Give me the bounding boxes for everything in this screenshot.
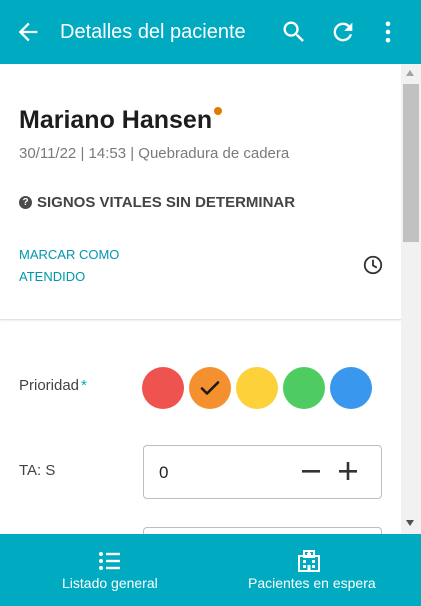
scroll-up-icon[interactable] xyxy=(406,70,414,76)
scrollbar[interactable] xyxy=(401,64,421,534)
hospital-icon xyxy=(298,550,320,572)
priority-red[interactable] xyxy=(142,367,184,409)
clock-icon[interactable] xyxy=(362,254,384,276)
nav-label-espera: Pacientes en espera xyxy=(248,575,376,591)
priority-yellow[interactable] xyxy=(236,367,278,409)
nav-label-listado: Listado general xyxy=(62,575,158,591)
ta-s-value[interactable]: 0 xyxy=(159,463,168,483)
patient-header-card: Mariano Hansen 30/11/22 | 14:53 | Quebra… xyxy=(0,64,401,320)
vitals-status-text: SIGNOS VITALES SIN DETERMINAR xyxy=(37,194,296,211)
priority-label: Prioridad * xyxy=(19,377,87,394)
more-vert-icon[interactable] xyxy=(374,18,402,46)
status-dot xyxy=(214,107,222,115)
page-title: Detalles del paciente xyxy=(60,21,246,43)
priority-orange[interactable] xyxy=(189,367,231,409)
list-icon xyxy=(99,552,120,570)
vitals-status: ? SIGNOS VITALES SIN DETERMINAR xyxy=(19,194,295,211)
next-field[interactable] xyxy=(143,527,382,534)
priority-selector xyxy=(142,367,377,409)
bottom-nav: Listado general Pacientes en espera xyxy=(0,534,421,606)
scroll-down-icon[interactable] xyxy=(406,520,414,526)
check-icon xyxy=(200,381,220,395)
priority-label-text: Prioridad xyxy=(19,377,80,394)
patient-name: Mariano Hansen xyxy=(19,106,213,134)
priority-green[interactable] xyxy=(283,367,325,409)
help-icon: ? xyxy=(19,196,32,209)
patient-meta: 30/11/22 | 14:53 | Quebradura de cadera xyxy=(19,145,290,162)
details-content: Mariano Hansen 30/11/22 | 14:53 | Quebra… xyxy=(0,64,401,534)
required-mark: * xyxy=(81,377,87,394)
arrow-left-icon[interactable] xyxy=(14,18,42,46)
priority-blue[interactable] xyxy=(330,367,372,409)
search-icon[interactable] xyxy=(280,18,308,46)
mark-attended-link[interactable]: MARCAR COMO ATENDIDO xyxy=(19,244,139,288)
ta-s-label: TA: S xyxy=(19,462,56,479)
scroll-thumb[interactable] xyxy=(403,84,419,242)
refresh-icon[interactable] xyxy=(329,18,357,46)
app-bar: Detalles del paciente xyxy=(0,0,421,64)
nav-pacientes-espera[interactable]: Pacientes en espera xyxy=(240,534,390,606)
nav-listado-general[interactable]: Listado general xyxy=(40,534,180,606)
minus-icon[interactable] xyxy=(300,460,322,482)
ta-s-stepper[interactable]: 0 xyxy=(143,445,382,499)
plus-icon[interactable] xyxy=(337,460,359,482)
